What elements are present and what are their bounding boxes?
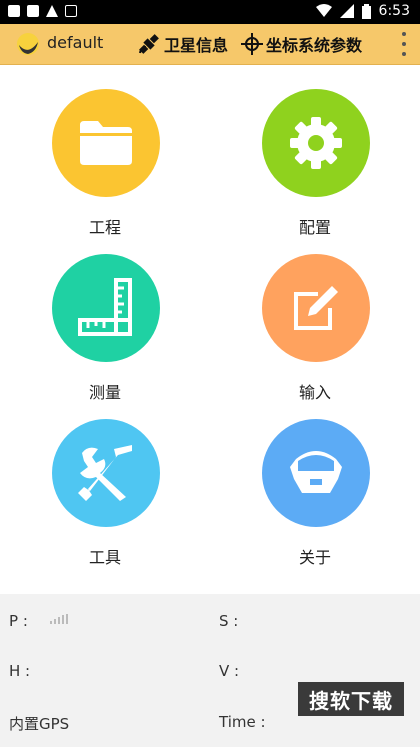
app-bar: default 卫星信息 坐标系统参数 — [0, 24, 420, 65]
notification-icon — [46, 5, 58, 17]
menu-item-about[interactable]: 关于 — [210, 394, 420, 567]
notification-icons — [8, 5, 77, 17]
menu-item-input[interactable]: 输入 — [210, 229, 420, 402]
height-label: H : — [9, 662, 31, 680]
folder-icon — [80, 121, 132, 165]
position-label: P : — [9, 612, 28, 630]
status-bar: 6:53 — [0, 0, 420, 24]
about-circle[interactable] — [262, 419, 370, 527]
satellite-info-button[interactable]: 卫星信息 — [137, 32, 228, 56]
input-circle[interactable] — [262, 254, 370, 362]
satellite-icon — [139, 34, 159, 54]
ruler-icon — [78, 278, 132, 336]
project-name[interactable]: default — [47, 33, 103, 52]
satellite-info-label: 卫星信息 — [164, 36, 229, 55]
notification-icon — [8, 5, 20, 17]
more-options-icon[interactable] — [400, 32, 408, 56]
tools-icon — [78, 445, 132, 501]
gear-icon — [290, 117, 342, 169]
battery-icon — [361, 3, 371, 19]
wifi-icon — [315, 4, 332, 17]
gps-source-label: 内置GPS — [9, 715, 70, 733]
edit-icon — [294, 286, 338, 330]
tools-circle[interactable] — [52, 419, 160, 527]
menu-label-about: 关于 — [298, 548, 331, 567]
project-circle[interactable] — [52, 89, 160, 197]
measure-circle[interactable] — [52, 254, 160, 362]
gps-info-panel: P : S : H : V : 内置GPS Time : — [0, 594, 420, 747]
satellite-count-label: S : — [219, 612, 239, 630]
menu-item-project[interactable]: 工程 — [0, 64, 210, 237]
cellular-signal-icon — [339, 4, 354, 18]
notification-icon — [65, 5, 77, 17]
coordinate-system-label: 坐标系统参数 — [266, 36, 363, 55]
gnss-receiver-icon — [290, 451, 342, 493]
crosshair-icon — [241, 33, 263, 55]
app-logo-icon — [17, 33, 39, 55]
signal-strength-icon — [50, 614, 68, 624]
status-time: 6:53 — [378, 3, 410, 19]
config-circle[interactable] — [262, 89, 370, 197]
time-label: Time : — [219, 713, 266, 731]
menu-item-tools[interactable]: 工具 — [0, 394, 210, 567]
notification-icon — [27, 5, 39, 17]
velocity-label: V : — [219, 662, 240, 680]
watermark-logo: 搜软下载 — [298, 682, 404, 716]
menu-item-measure[interactable]: 测量 — [0, 229, 210, 402]
main-menu-grid: 工程 配置 测量 输入 工具 关于 — [0, 64, 420, 594]
menu-label-tools: 工具 — [88, 548, 121, 567]
coordinate-system-button[interactable]: 坐标系统参数 — [241, 32, 362, 56]
menu-item-config[interactable]: 配置 — [210, 64, 420, 237]
